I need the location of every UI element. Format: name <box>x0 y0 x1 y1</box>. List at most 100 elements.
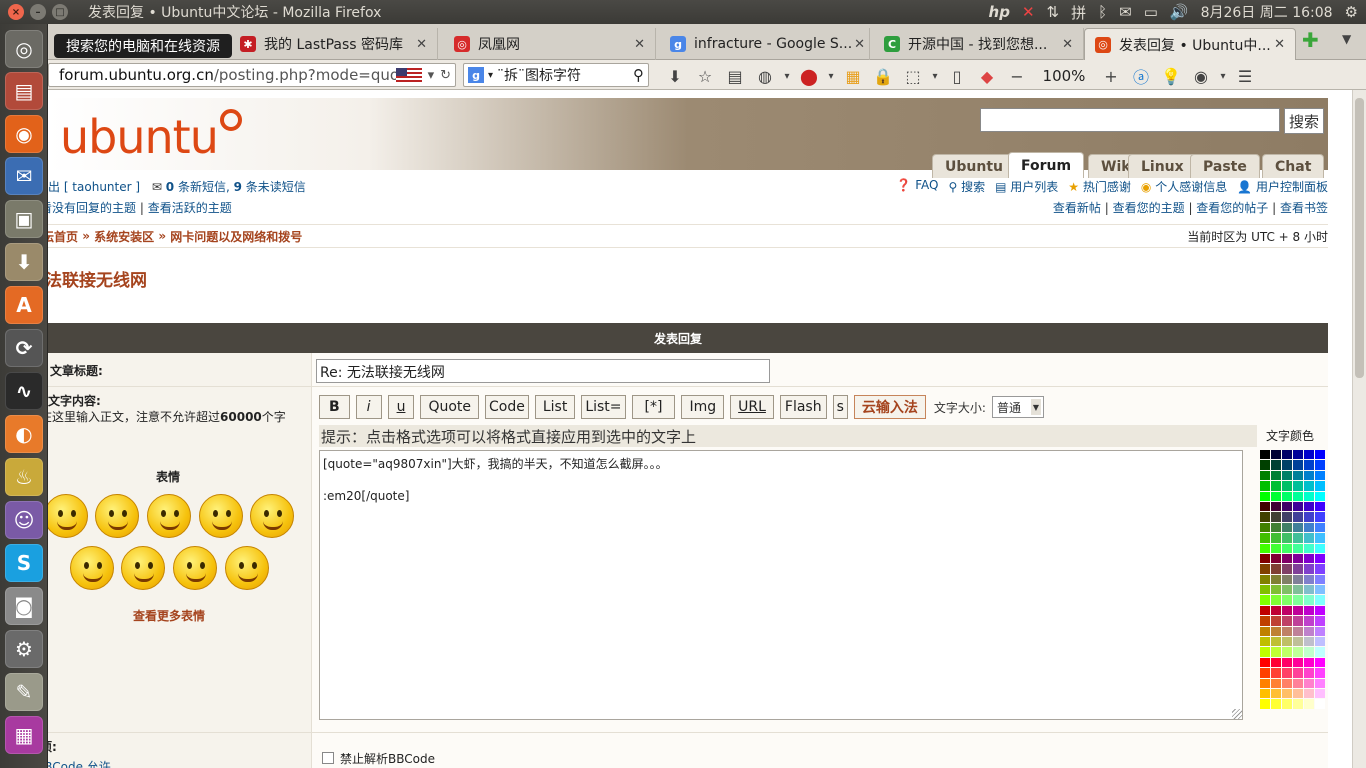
disk-icon[interactable]: ▣ <box>5 200 43 238</box>
color-swatch[interactable] <box>1293 626 1303 637</box>
breadcrumb-item[interactable]: 论坛首页 <box>48 228 78 245</box>
color-swatch[interactable] <box>1315 564 1325 574</box>
color-swatch[interactable] <box>1282 470 1292 481</box>
more-smilies-link[interactable]: 查看更多表情 <box>133 607 205 624</box>
color-swatch[interactable] <box>1304 678 1314 688</box>
color-swatch[interactable] <box>1293 678 1303 688</box>
color-swatch[interactable] <box>1315 657 1325 668</box>
color-swatch[interactable] <box>1304 543 1314 553</box>
color-palette[interactable] <box>1260 450 1325 709</box>
download-icon[interactable]: ⬇ <box>5 243 43 281</box>
nav-tab-forum[interactable]: Forum <box>1008 152 1085 178</box>
code-button[interactable]: Code <box>485 395 529 419</box>
resize-handle[interactable] <box>1232 709 1242 719</box>
color-swatch[interactable] <box>1315 637 1325 647</box>
reload-icon[interactable]: ↻ <box>440 68 451 83</box>
color-swatch[interactable] <box>1293 585 1303 595</box>
color-swatch[interactable] <box>1271 688 1281 699</box>
color-swatch[interactable] <box>1315 553 1325 564</box>
tab-google[interactable]: g infracture - Google S... ✕ <box>660 28 870 60</box>
smiley-icon[interactable] <box>70 546 114 590</box>
color-swatch[interactable] <box>1271 647 1281 657</box>
color-swatch[interactable] <box>1315 522 1325 533</box>
dash-home-icon[interactable]: ◎ <box>5 30 43 68</box>
text-editor-icon[interactable]: ✎ <box>5 673 43 711</box>
color-swatch[interactable] <box>1293 564 1303 574</box>
tab-oschina[interactable]: C 开源中国 - 找到您想... ✕ <box>874 28 1084 60</box>
color-swatch[interactable] <box>1260 460 1270 470</box>
color-swatch[interactable] <box>1293 574 1303 585</box>
files-icon[interactable]: ▤ <box>5 72 43 110</box>
color-swatch[interactable] <box>1260 657 1270 668</box>
nav-tab-paste[interactable]: Paste <box>1190 154 1260 178</box>
color-swatch[interactable] <box>1304 512 1314 522</box>
color-swatch[interactable] <box>1282 501 1292 512</box>
color-swatch[interactable] <box>1315 450 1325 460</box>
color-swatch[interactable] <box>1260 553 1270 564</box>
color-swatch[interactable] <box>1304 522 1314 533</box>
color-swatch[interactable] <box>1293 543 1303 553</box>
chevron-down-icon[interactable]: ▾ <box>928 71 942 82</box>
color-swatch[interactable] <box>1282 688 1292 699</box>
system-settings-icon[interactable]: ⚙ <box>5 630 43 668</box>
colorful-addon-icon[interactable]: ◆ <box>972 67 1002 86</box>
color-swatch[interactable] <box>1282 585 1292 595</box>
color-swatch[interactable] <box>1293 522 1303 533</box>
page-scrollbar[interactable] <box>1352 90 1366 768</box>
color-swatch[interactable] <box>1282 699 1292 709</box>
color-swatch[interactable] <box>1315 605 1325 616</box>
mail-icon[interactable]: ✉ <box>1119 3 1132 21</box>
color-swatch[interactable] <box>1260 522 1270 533</box>
list-button[interactable]: List <box>534 395 576 419</box>
disable-bbcode-label[interactable]: 禁止解析BBCode <box>340 750 435 767</box>
color-swatch[interactable] <box>1315 470 1325 481</box>
chevron-down-icon[interactable]: ▾ <box>824 71 838 82</box>
download-icon[interactable]: ⬇ <box>660 67 690 86</box>
adblock-icon[interactable]: ⬤ <box>794 67 824 86</box>
new-pm-count[interactable]: 0 <box>166 180 174 194</box>
color-swatch[interactable] <box>1315 533 1325 543</box>
smiley-icon[interactable] <box>199 494 243 538</box>
addon-orange-icon[interactable]: ▦ <box>838 67 868 86</box>
color-swatch[interactable] <box>1293 460 1303 470</box>
color-swatch[interactable] <box>1282 668 1292 678</box>
lightbulb-icon[interactable]: 💡 <box>1156 67 1186 86</box>
color-swatch[interactable] <box>1260 470 1270 481</box>
firefox-icon[interactable]: ◉ <box>5 115 43 153</box>
bluetooth-icon[interactable]: ᛒ <box>1098 3 1107 21</box>
color-swatch[interactable] <box>1260 512 1270 522</box>
new-tab-button[interactable]: ✚ <box>1302 28 1319 52</box>
color-swatch[interactable] <box>1271 522 1281 533</box>
color-swatch[interactable] <box>1304 657 1314 668</box>
smiley-icon[interactable] <box>250 494 294 538</box>
color-swatch[interactable] <box>1271 574 1281 585</box>
color-swatch[interactable] <box>1271 585 1281 595</box>
color-swatch[interactable] <box>1293 481 1303 491</box>
color-swatch[interactable] <box>1271 699 1281 709</box>
img-button[interactable]: Img <box>681 395 725 419</box>
color-swatch[interactable] <box>1260 678 1270 688</box>
color-swatch[interactable] <box>1260 647 1270 657</box>
disable-bbcode-checkbox[interactable] <box>322 752 334 764</box>
color-swatch[interactable] <box>1271 553 1281 564</box>
color-swatch[interactable] <box>1271 564 1281 574</box>
clock[interactable]: 8月26日 周二 16:08 <box>1201 2 1333 22</box>
underline-button[interactable]: u <box>387 395 415 419</box>
color-swatch[interactable] <box>1282 678 1292 688</box>
thunderbird-icon[interactable]: ✉ <box>5 157 43 195</box>
color-swatch[interactable] <box>1304 688 1314 699</box>
network-error-icon[interactable]: ✕ <box>1022 3 1035 21</box>
color-swatch[interactable] <box>1271 543 1281 553</box>
menu-icon[interactable]: ☰ <box>1230 67 1260 86</box>
faq-link[interactable]: ❓ FAQ <box>896 178 938 195</box>
window-maximize-button[interactable]: □ <box>52 4 68 20</box>
color-swatch[interactable] <box>1304 699 1314 709</box>
smiley-icon[interactable] <box>95 494 139 538</box>
quote-button[interactable]: Quote <box>420 395 479 419</box>
color-swatch[interactable] <box>1271 678 1281 688</box>
color-swatch[interactable] <box>1293 491 1303 501</box>
your-topics-link[interactable]: 查看您的主题 <box>1113 201 1185 215</box>
color-swatch[interactable] <box>1304 605 1314 616</box>
color-swatch[interactable] <box>1260 481 1270 491</box>
color-swatch[interactable] <box>1315 481 1325 491</box>
